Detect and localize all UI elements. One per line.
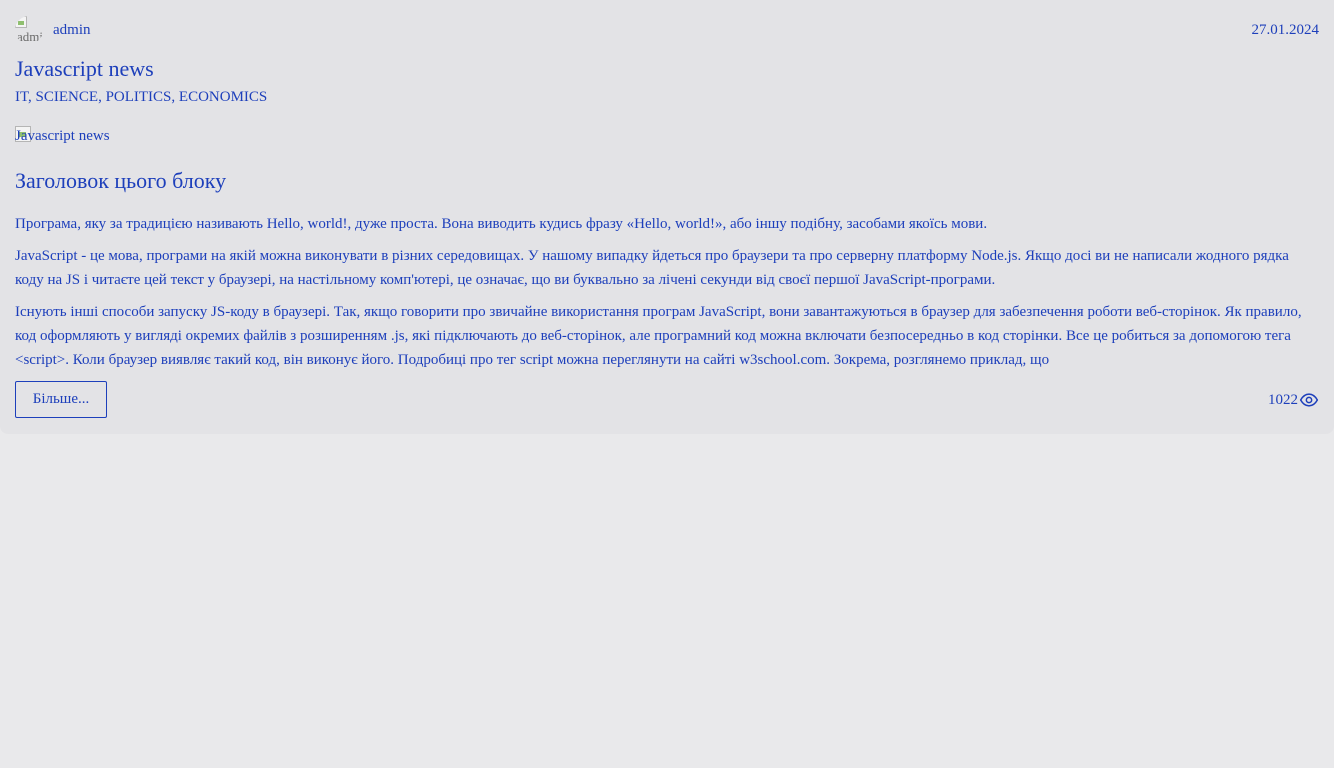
post-title[interactable]: Javascript news bbox=[15, 56, 154, 82]
category-list: IT, SCIENCE, POLITICS, ECONOMICS bbox=[15, 88, 267, 106]
category-link-economics[interactable]: ECONOMICS bbox=[179, 89, 267, 105]
category-separator: , bbox=[171, 89, 179, 105]
block-heading: Заголовок цього блоку bbox=[15, 168, 227, 193]
cover-image-alt: Javascript news bbox=[15, 128, 110, 144]
read-more-button[interactable]: Більше... bbox=[15, 381, 107, 418]
excerpt-paragraph: Програма, яку за традицією називають Hel… bbox=[15, 216, 988, 232]
post-meta-row: admin admin 27.01.2024 bbox=[15, 16, 1319, 44]
excerpt-paragraph: Існують інші способи запуску JS-коду в б… bbox=[15, 304, 1302, 368]
views-counter: 1022 bbox=[1268, 390, 1319, 410]
eye-icon bbox=[1299, 393, 1319, 407]
category-link-politics[interactable]: POLITICS bbox=[106, 89, 172, 105]
category-separator: , bbox=[28, 89, 36, 105]
post-excerpt: Програма, яку за традицією називають Hel… bbox=[15, 212, 1319, 370]
category-link-it[interactable]: IT bbox=[15, 89, 28, 105]
author-link[interactable]: admin bbox=[53, 21, 91, 39]
views-count: 1022 bbox=[1268, 392, 1298, 408]
cover-image: Javascript news bbox=[15, 126, 126, 146]
post-card: admin admin 27.01.2024 Javascript news I… bbox=[0, 0, 1334, 434]
author-avatar: admin bbox=[15, 16, 43, 44]
category-separator: , bbox=[98, 89, 106, 105]
post-date: 27.01.2024 bbox=[1251, 22, 1320, 38]
broken-image-icon bbox=[15, 16, 27, 28]
category-link-science[interactable]: SCIENCE bbox=[36, 89, 99, 105]
author-avatar-alt: admin bbox=[17, 29, 43, 44]
excerpt-paragraph: JavaScript - це мова, програми на якій м… bbox=[15, 248, 1289, 288]
